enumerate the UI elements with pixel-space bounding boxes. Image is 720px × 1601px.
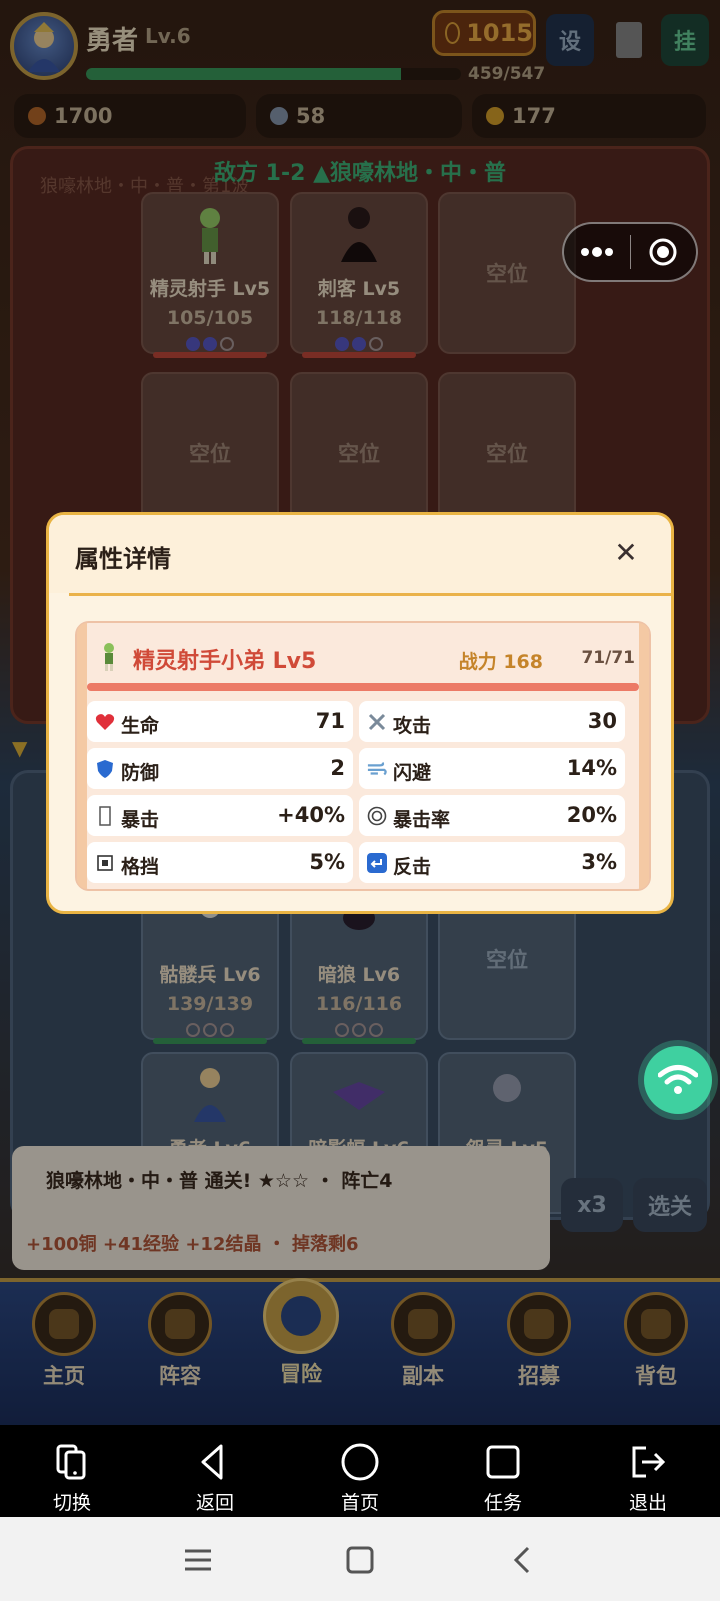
swords-icon <box>367 712 387 732</box>
stat-value: +40% <box>277 803 345 827</box>
stat-crit-damage: 暴击 +40% <box>87 795 353 836</box>
stat-value: 14% <box>566 756 617 780</box>
switch-button[interactable]: 切换 <box>32 1442 112 1515</box>
heart-icon <box>95 712 115 732</box>
modal-divider <box>69 593 671 596</box>
stat-block: 格挡 5% <box>87 842 353 883</box>
back-icon <box>201 1444 223 1480</box>
modal-title: 属性详情 <box>75 545 171 573</box>
stat-label: 防御 <box>121 762 160 784</box>
switch-icon <box>56 1444 86 1480</box>
stat-label: 闪避 <box>393 762 432 784</box>
counter-icon <box>367 853 387 873</box>
stat-value: 2 <box>330 756 345 780</box>
close-icon[interactable]: ✕ <box>609 535 643 569</box>
stat-value: 5% <box>309 850 345 874</box>
more-menu-button[interactable] <box>564 224 630 280</box>
stat-label: 反击 <box>393 856 432 878</box>
mini-program-capsule <box>562 222 698 282</box>
unit-header: 精灵射手小弟 Lv5 战力 168 71/71 <box>91 635 635 679</box>
back-button[interactable]: 返回 <box>175 1442 255 1515</box>
unit-detail-card: 精灵射手小弟 Lv5 战力 168 71/71 生命 71 攻击 30 防御 2 <box>75 621 651 891</box>
stat-crit-rate: 暴击率 20% <box>359 795 625 836</box>
target-close-icon <box>649 238 677 266</box>
home-label: 首页 <box>340 1492 379 1514</box>
wifi-icon <box>658 1065 698 1094</box>
more-dots-icon <box>580 247 613 257</box>
stat-grid: 生命 71 攻击 30 防御 2 闪避 14% 暴击 +40% 暴击率 20% … <box>87 701 625 883</box>
attribute-detail-modal: 属性详情 ✕ 精灵射手小弟 Lv5 战力 168 71/71 生命 71 攻击 … <box>46 512 674 914</box>
network-float-button[interactable] <box>644 1046 712 1114</box>
stat-value: 71 <box>315 709 345 733</box>
unit-power: 战力 168 <box>458 651 543 673</box>
exit-label: 退出 <box>628 1492 667 1514</box>
switch-label: 切换 <box>52 1492 91 1514</box>
stat-hp: 生命 71 <box>87 701 353 742</box>
close-mini-program-button[interactable] <box>631 224 697 280</box>
stat-label: 生命 <box>121 715 160 737</box>
exit-icon <box>632 1446 666 1478</box>
stat-defense: 防御 2 <box>87 748 353 789</box>
back-label: 返回 <box>195 1492 234 1514</box>
stat-attack: 攻击 30 <box>359 701 625 742</box>
unit-title: 精灵射手小弟 Lv5 <box>133 649 317 674</box>
home-button[interactable]: 首页 <box>320 1442 400 1515</box>
modal-header: 属性详情 ✕ <box>49 515 671 593</box>
android-home-icon[interactable] <box>340 1540 380 1580</box>
stat-dodge: 闪避 14% <box>359 748 625 789</box>
target-icon <box>367 806 387 826</box>
home-circle-icon <box>341 1443 379 1481</box>
android-back-icon[interactable] <box>502 1540 542 1580</box>
hp-bar <box>87 683 639 691</box>
exit-button[interactable]: 退出 <box>608 1442 688 1515</box>
stat-label: 暴击率 <box>393 809 451 831</box>
unit-hp: 71/71 <box>581 648 635 668</box>
stat-value: 3% <box>581 850 617 874</box>
block-icon <box>95 853 115 873</box>
stat-label: 暴击 <box>121 809 160 831</box>
stat-value: 20% <box>566 803 617 827</box>
shield-icon <box>95 759 115 779</box>
tasks-label: 任务 <box>483 1492 522 1514</box>
tasks-button[interactable]: 任务 <box>463 1442 543 1515</box>
stat-counter: 反击 3% <box>359 842 625 883</box>
stat-value: 30 <box>587 709 617 733</box>
tasks-square-icon <box>486 1445 520 1479</box>
stat-label: 格挡 <box>121 856 160 878</box>
wind-icon <box>367 759 387 779</box>
stat-label: 攻击 <box>393 715 432 737</box>
elf-archer-icon <box>104 643 114 671</box>
recent-apps-icon[interactable] <box>178 1540 218 1580</box>
missing-glyph-icon <box>95 806 115 826</box>
